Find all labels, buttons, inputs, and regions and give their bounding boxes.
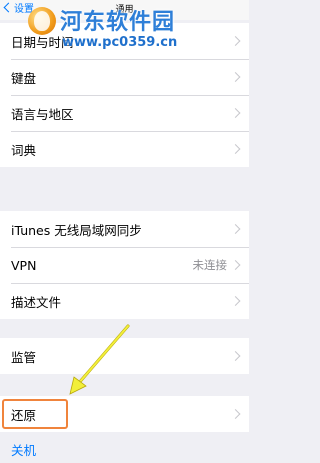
watermark-logo-icon — [28, 7, 56, 35]
watermark-url: www.pc0359.cn — [62, 35, 178, 50]
watermark-title: 河东软件园 — [60, 10, 176, 35]
annotation-arrow-icon — [69, 324, 130, 395]
settings-screen: 设置 通用 日期与时间 键盘 语言与地区 词典 iTunes 无线局域网同步 V… — [0, 0, 249, 463]
watermark: 河东软件园 www.pc0359.cn — [0, 0, 249, 60]
